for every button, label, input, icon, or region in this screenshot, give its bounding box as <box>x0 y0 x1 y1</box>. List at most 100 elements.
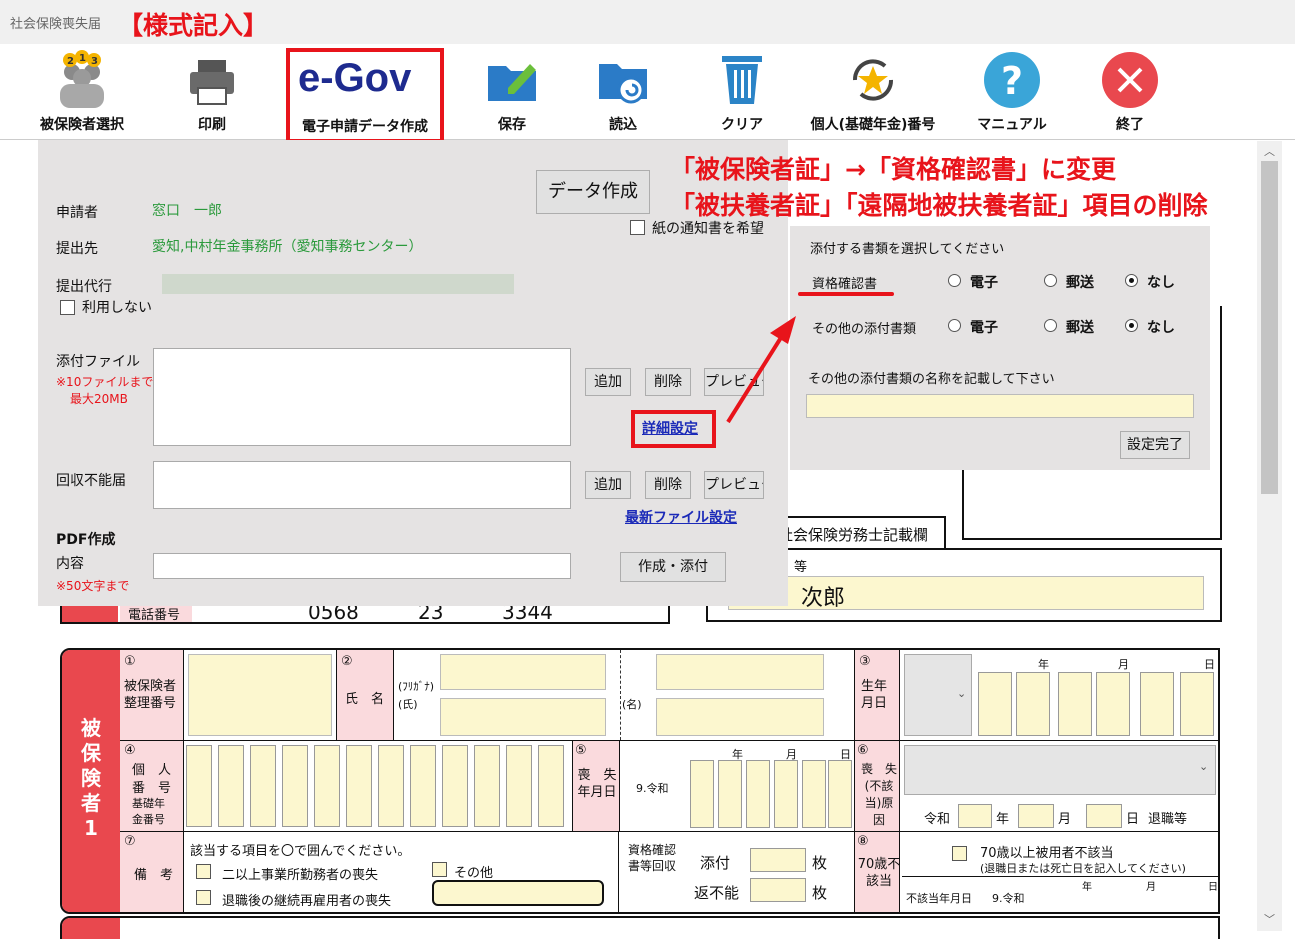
basic-pension-number-button[interactable]: 個人(基礎年金)番号 <box>800 44 946 138</box>
data-create-button[interactable]: データ作成 <box>536 170 650 214</box>
surname-kana-field[interactable] <box>440 654 606 690</box>
reason-month-field[interactable] <box>1018 804 1054 828</box>
attach-delete-button[interactable]: 削除 <box>645 368 691 396</box>
insured-1-side-label: 被保険者1 <box>81 716 101 840</box>
birth-day-2[interactable] <box>1180 672 1214 736</box>
name-field[interactable]: 次郎 <box>728 576 1204 611</box>
reason-day-field[interactable] <box>1086 804 1122 828</box>
birth-year-unit: 年 <box>1038 658 1049 671</box>
birth-year-1[interactable] <box>978 672 1012 736</box>
close-icon <box>1102 52 1158 108</box>
surname-field[interactable] <box>440 698 606 736</box>
qc-none-radio[interactable] <box>1125 274 1138 287</box>
personal-number-digit[interactable] <box>282 745 308 827</box>
loss-reason-select[interactable]: ⌄ <box>904 745 1216 795</box>
birth-year-2[interactable] <box>1016 672 1050 736</box>
loss-year-2[interactable] <box>718 760 742 828</box>
reason-year-field[interactable] <box>958 804 992 828</box>
create-attach-button[interactable]: 作成・添付 <box>620 552 726 582</box>
toolbar-label: 終了 <box>1116 117 1144 133</box>
toolbar-label: 保存 <box>498 117 526 133</box>
personal-number-digit[interactable] <box>506 745 532 827</box>
personal-number-digit[interactable] <box>186 745 212 827</box>
unrecoverable-delete-button[interactable]: 削除 <box>645 471 691 499</box>
folder-load-icon <box>599 64 647 104</box>
birth-era-select[interactable]: ⌄ <box>904 654 972 736</box>
note1-checkbox[interactable] <box>196 864 211 879</box>
qc-electronic-radio[interactable] <box>948 274 961 287</box>
qc-electronic-label: 電子 <box>970 275 998 291</box>
given-name-field[interactable] <box>656 698 824 736</box>
settings-done-button[interactable]: 設定完了 <box>1120 431 1190 459</box>
other-docs-label: その他の添付書類 <box>812 322 917 337</box>
personal-number-digit[interactable] <box>442 745 468 827</box>
attach-preview-button[interactable]: プレビュー <box>704 368 764 396</box>
paper-notice-checkbox[interactable] <box>630 220 645 235</box>
note2-checkbox[interactable] <box>432 862 447 877</box>
other-mail-radio[interactable] <box>1044 319 1057 332</box>
attach-label: 添付ファイル <box>56 354 140 370</box>
personal-number-digit[interactable] <box>538 745 564 827</box>
personal-number-digit[interactable] <box>410 745 436 827</box>
unrecoverable-label: 回収不能届 <box>56 473 126 489</box>
applicant-label: 申請者 <box>56 205 98 221</box>
vertical-scrollbar[interactable]: ︿ ﹀ <box>1257 141 1282 931</box>
folder-save-icon <box>488 64 536 101</box>
select-insured-button[interactable]: 213 被保険者選択 <box>22 44 142 138</box>
print-button[interactable]: 印刷 <box>172 44 252 138</box>
other-none-radio[interactable] <box>1125 319 1138 332</box>
attach-add-button[interactable]: 追加 <box>585 368 631 396</box>
clear-button[interactable]: クリア <box>704 44 780 138</box>
svg-text:1: 1 <box>79 53 86 64</box>
attached-count-field[interactable] <box>750 848 806 872</box>
loss-year-1[interactable] <box>690 760 714 828</box>
insured-number-field[interactable] <box>188 654 332 736</box>
personal-number-digit[interactable] <box>346 745 372 827</box>
personal-number-digit[interactable] <box>378 745 404 827</box>
reason-era-label: 令和 <box>924 812 951 827</box>
other-electronic-radio[interactable] <box>948 319 961 332</box>
egov-create-button[interactable]: e-Gov 電子申請データ作成 <box>286 48 444 143</box>
submit-to-value: 愛知,中村年金事務所（愛知事務センター） <box>152 239 423 255</box>
latest-file-settings-link[interactable]: 最新ファイル設定 <box>625 507 737 527</box>
scroll-up-icon[interactable]: ︿ <box>1257 143 1282 159</box>
personal-number-digit[interactable] <box>314 745 340 827</box>
attach-file-list[interactable] <box>153 348 571 446</box>
form-mode-tag: 【様式記入】 <box>118 11 269 40</box>
birth-month-2[interactable] <box>1096 672 1130 736</box>
scrollbar-thumb[interactable] <box>1261 161 1278 494</box>
unrecoverable-preview-button[interactable]: プレビュー <box>704 471 764 499</box>
birth-day-unit: 日 <box>1204 658 1215 671</box>
personal-number-digit[interactable] <box>218 745 244 827</box>
save-button[interactable]: 保存 <box>474 44 550 138</box>
agent-value-blurred <box>162 274 514 294</box>
loss-day-1[interactable] <box>802 760 826 828</box>
over70-checkbox[interactable] <box>952 846 967 861</box>
qc-mail-radio[interactable] <box>1044 274 1057 287</box>
loss-day-2[interactable] <box>828 760 852 828</box>
detail-settings-link[interactable]: 詳細設定 <box>642 418 698 438</box>
other-docs-name-label: その他の添付書類の名称を記載して下さい <box>808 372 1055 387</box>
load-button[interactable]: 読込 <box>585 44 661 138</box>
no-use-checkbox[interactable] <box>60 300 75 315</box>
note3-checkbox[interactable] <box>196 890 211 905</box>
other-docs-name-input[interactable] <box>806 394 1194 418</box>
exit-button[interactable]: 終了 <box>1090 44 1170 138</box>
personal-number-digit[interactable] <box>474 745 500 827</box>
content-input[interactable] <box>153 553 571 579</box>
toolbar-label: 電子申請データ作成 <box>302 119 428 135</box>
unrecoverable-file-list[interactable] <box>153 461 571 509</box>
scroll-down-icon[interactable]: ﹀ <box>1257 911 1282 927</box>
manual-button[interactable]: ? マニュアル <box>972 44 1052 138</box>
unreturnable-count-field[interactable] <box>750 878 806 902</box>
loss-month-1[interactable] <box>746 760 770 828</box>
other-note-field[interactable] <box>432 880 604 906</box>
given-kana-field[interactable] <box>656 654 824 690</box>
birth-month-1[interactable] <box>1058 672 1092 736</box>
personal-number-digit[interactable] <box>250 745 276 827</box>
unrecoverable-add-button[interactable]: 追加 <box>585 471 631 499</box>
c4-label-2: 番 号 <box>132 781 172 796</box>
c4-label-4: 金番号 <box>132 813 165 826</box>
loss-month-2[interactable] <box>774 760 798 828</box>
birth-day-1[interactable] <box>1140 672 1174 736</box>
